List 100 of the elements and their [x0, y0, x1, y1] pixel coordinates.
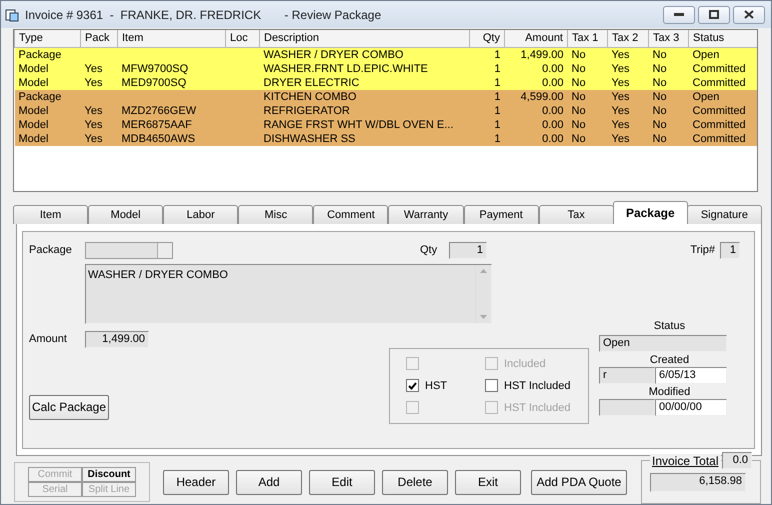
tab[interactable]: Tax: [538, 204, 614, 224]
table-cell: Committed: [688, 62, 757, 76]
table-row[interactable]: Model Yes MDB4650AWS DISHWASHER SS 1 0.00 No Yes No Committed: [14, 132, 757, 146]
close-button[interactable]: [733, 6, 765, 24]
toolbar-button[interactable]: Exit: [455, 470, 521, 494]
created-label: Created: [648, 354, 690, 366]
table-row[interactable]: Model Yes MZD2766GEW REFRIGERATOR 1 0.00 No Yes No Committed: [14, 104, 757, 118]
toolbar-button[interactable]: Add: [236, 470, 302, 494]
amount-label: Amount: [29, 333, 68, 346]
calc-package-button[interactable]: Calc Package: [29, 394, 109, 420]
table-cell: 0.00: [504, 76, 568, 90]
package-dropdown[interactable]: [85, 242, 173, 259]
table-cell: MZD2766GEW: [118, 104, 226, 118]
table-cell: 0.00: [504, 118, 568, 132]
column-header[interactable]: Tax 3: [648, 30, 688, 47]
table-cell: No: [648, 90, 688, 104]
tab[interactable]: Warranty: [388, 204, 464, 224]
table-cell: Open: [688, 90, 757, 104]
table-cell: MED9700SQ: [118, 76, 226, 90]
modified-by-field[interactable]: [599, 398, 655, 416]
table-cell: No: [568, 62, 608, 76]
total-small-field[interactable]: 0.0: [722, 452, 752, 469]
table-cell: 0.00: [504, 132, 568, 146]
column-header[interactable]: Item: [118, 30, 226, 47]
toolbar-button[interactable]: Delete: [382, 470, 448, 494]
tab[interactable]: Comment: [313, 204, 388, 224]
scroll-up-icon[interactable]: [480, 268, 487, 273]
included-label: Included: [504, 358, 546, 370]
scroll-down-icon[interactable]: [480, 314, 487, 319]
table-row[interactable]: Model Yes MER6875AAF RANGE FRST WHT W/DBL OVEN E... 1 0.00 No Yes No Committed: [14, 118, 757, 132]
table-cell: Yes: [608, 118, 648, 132]
table-row[interactable]: Package WASHER / DRYER COMBO 1 1,499.00 No Yes No Open: [14, 47, 757, 62]
table-cell: Model: [14, 62, 80, 76]
tab[interactable]: Labor: [163, 204, 238, 224]
column-header[interactable]: Qty: [470, 30, 504, 47]
table-cell: No: [648, 76, 688, 90]
action-button[interactable]: Discount: [82, 467, 136, 482]
table-cell: No: [648, 118, 688, 132]
checkbox[interactable]: [485, 379, 498, 392]
table-row[interactable]: Model Yes MED9700SQ DRYER ELECTRIC 1 0.00 No Yes No Committed: [14, 76, 757, 90]
invoice-total-field[interactable]: 6,158.98: [650, 473, 746, 492]
included-label: HST Included: [504, 402, 570, 414]
table-row[interactable]: Model Yes MFW9700SQ WASHER.FRNT LD.EPIC.WHITE 1 0.00 No Yes No Committed: [14, 62, 757, 76]
table-cell: Yes: [80, 76, 118, 90]
column-header[interactable]: Type: [14, 30, 80, 47]
table-cell: Yes: [80, 118, 118, 132]
column-header[interactable]: Status: [688, 30, 757, 47]
column-header[interactable]: Tax 1: [568, 30, 608, 47]
modified-label: Modified: [648, 386, 692, 398]
amount-field[interactable]: 1,499.00: [85, 330, 149, 348]
tab[interactable]: Payment: [464, 204, 539, 224]
table-cell: Yes: [608, 132, 648, 146]
table-cell: Package: [14, 47, 80, 62]
column-header[interactable]: Tax 2: [608, 30, 648, 47]
table-cell: No: [568, 104, 608, 118]
maximize-icon: [709, 10, 719, 19]
table-cell: 1: [470, 132, 504, 146]
table-cell: KITCHEN COMBO: [260, 90, 470, 104]
created-date-field[interactable]: 6/05/13: [655, 366, 727, 384]
table-row[interactable]: Package KITCHEN COMBO 1 4,599.00 No Yes No Open: [14, 90, 757, 104]
qty-field[interactable]: 1: [449, 242, 487, 259]
table-cell: DISHWASHER SS: [260, 132, 470, 146]
tab[interactable]: Signature: [686, 204, 762, 224]
included-label: HST Included: [504, 380, 570, 392]
tab[interactable]: Model: [88, 204, 164, 224]
status-field[interactable]: Open: [599, 334, 727, 352]
table-cell: Yes: [608, 62, 648, 76]
column-header[interactable]: Pack: [80, 30, 118, 47]
column-header[interactable]: Amount: [504, 30, 568, 47]
checkbox[interactable]: [406, 379, 419, 392]
table-cell: Model: [14, 132, 80, 146]
column-header[interactable]: Description: [260, 30, 470, 47]
tab[interactable]: Item: [13, 204, 88, 224]
maximize-button[interactable]: [698, 6, 730, 24]
invoice-total-label: Invoice Total: [650, 454, 720, 468]
table-cell: Committed: [688, 76, 757, 90]
table-cell: DRYER ELECTRIC: [260, 76, 470, 90]
table-cell: RANGE FRST WHT W/DBL OVEN E...: [260, 118, 470, 132]
table-cell: No: [568, 118, 608, 132]
table-cell: 0.00: [504, 104, 568, 118]
table-cell: Open: [688, 47, 757, 62]
column-header[interactable]: Loc: [226, 30, 260, 47]
created-by-field[interactable]: r: [599, 366, 655, 384]
table-cell: Yes: [80, 62, 118, 76]
close-icon: [744, 10, 754, 19]
table-cell: Yes: [80, 132, 118, 146]
toolbar-button[interactable]: Add PDA Quote: [531, 470, 627, 494]
package-label: Package: [29, 244, 73, 256]
tab[interactable]: Package: [612, 200, 688, 224]
minimize-button[interactable]: [663, 6, 695, 24]
table-cell: 1: [470, 90, 504, 104]
qty-label: Qty: [420, 244, 438, 256]
table-cell: REFRIGERATOR: [260, 104, 470, 118]
table-cell: Committed: [688, 104, 757, 118]
trip-field[interactable]: 1: [720, 242, 740, 259]
tab[interactable]: Misc: [238, 204, 314, 224]
modified-date-field[interactable]: 00/00/00: [655, 398, 727, 416]
toolbar-button[interactable]: Header: [163, 470, 229, 494]
toolbar-button[interactable]: Edit: [309, 470, 375, 494]
description-field[interactable]: WASHER / DRYER COMBO: [85, 264, 492, 324]
